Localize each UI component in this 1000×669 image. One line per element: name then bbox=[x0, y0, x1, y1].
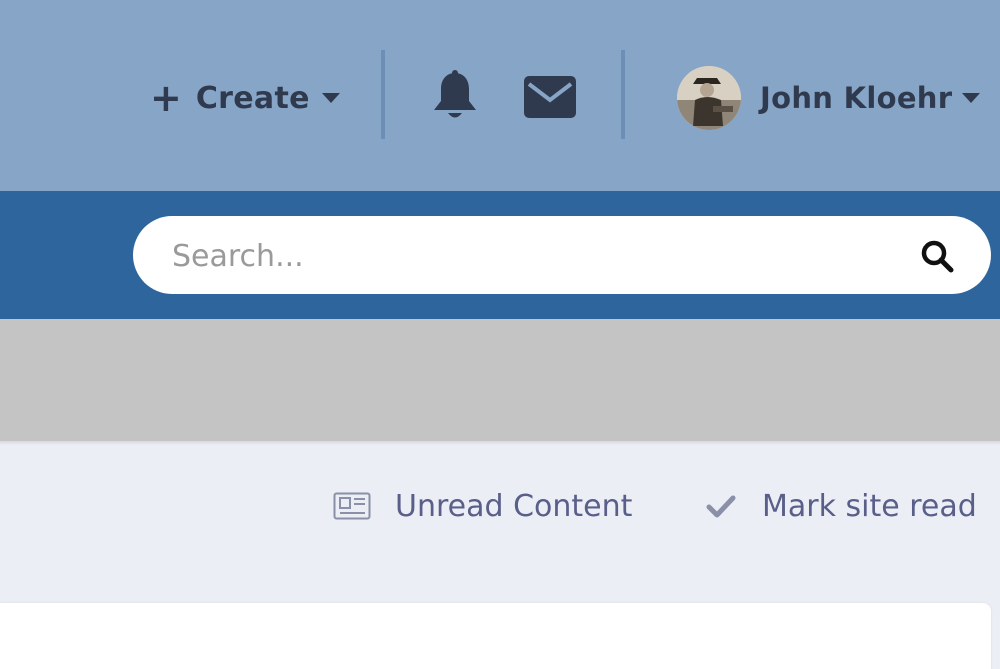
mark-site-read-label: Mark site read bbox=[762, 488, 977, 524]
user-menu-button[interactable]: John Kloehr bbox=[760, 76, 981, 120]
header-divider bbox=[621, 50, 625, 139]
banner-shadow bbox=[0, 441, 1000, 445]
avatar[interactable] bbox=[677, 66, 741, 130]
unread-content-link[interactable]: Unread Content bbox=[333, 484, 632, 528]
caret-down-icon bbox=[321, 93, 340, 103]
check-icon bbox=[706, 495, 736, 518]
newspaper-icon bbox=[333, 492, 371, 520]
search-input[interactable] bbox=[172, 236, 892, 276]
envelope-icon[interactable] bbox=[524, 76, 576, 118]
plus-icon: + bbox=[150, 76, 182, 120]
header-divider bbox=[381, 50, 385, 139]
bell-icon[interactable] bbox=[431, 70, 479, 122]
create-label: Create bbox=[195, 80, 310, 116]
search-icon[interactable] bbox=[920, 239, 954, 273]
content-card bbox=[0, 603, 991, 669]
mark-site-read-link[interactable]: Mark site read bbox=[706, 484, 977, 528]
unread-content-label: Unread Content bbox=[395, 488, 633, 524]
user-name: John Kloehr bbox=[760, 81, 953, 115]
create-menu-button[interactable]: + Create bbox=[150, 76, 340, 120]
caret-down-icon bbox=[962, 93, 981, 103]
grey-banner bbox=[0, 319, 1000, 441]
